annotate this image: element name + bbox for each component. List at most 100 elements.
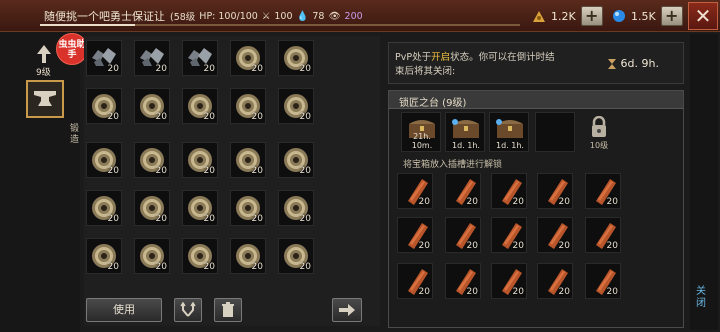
wood-plank-slot[interactable]: 20 [585,173,621,209]
item-quantity: 20 [466,241,478,251]
item-quantity: 20 [107,262,119,272]
hp-text: HP: 100/100 [199,10,258,22]
drop-icon: 💧 [296,10,309,22]
item-quantity: 20 [606,197,618,207]
coil-item-slot[interactable]: 20 [230,40,266,76]
item-quantity: 20 [251,166,263,176]
wood-plank-slot[interactable]: 20 [491,217,527,253]
coil-item-slot[interactable]: 20 [278,238,314,274]
gem-amount: 1.5K [631,9,656,23]
add-gold-button[interactable]: + [580,6,603,26]
gold-amount: 1.2K [551,9,576,23]
tab-craft[interactable]: 锻造 [70,124,82,146]
chest-slot[interactable]: 21h. 10m. [401,112,441,152]
coil-item-slot[interactable]: 20 [230,142,266,178]
mana-value: 200 [344,10,363,22]
close-side-button[interactable]: 关闭 [696,286,710,310]
use-button[interactable]: 使用 [86,298,162,322]
coil-item-slot[interactable]: 20 [182,142,218,178]
wood-plank-slot[interactable]: 20 [585,263,621,299]
coil-item-slot[interactable]: 20 [134,88,170,124]
gem-icon [613,10,625,22]
wood-plank-slot[interactable]: 20 [537,173,573,209]
coil-item-slot[interactable]: 20 [230,88,266,124]
item-quantity: 20 [299,214,311,224]
lock-level: 10级 [589,141,609,150]
wood-plank-slot[interactable]: 20 [445,217,481,253]
quest-progress [40,24,520,26]
chest-slot[interactable]: 1d. 1h. [445,112,485,152]
wood-plank-slot[interactable]: 20 [491,263,527,299]
locksmith-panel: 锁匠之台 (9级) 21h. 10m. 1d. 1h. 1d. 1h. 10级 将宝… [388,90,684,328]
ore-item-slot[interactable]: 20 [134,40,170,76]
wood-plank-slot[interactable]: 20 [445,173,481,209]
coil-item-slot[interactable]: 20 [86,190,122,226]
transfer-button[interactable] [332,298,362,322]
item-quantity: 20 [107,112,119,122]
wood-plank-slot[interactable]: 20 [491,173,527,209]
close-button[interactable]: ✕ [688,2,718,30]
coil-item-slot[interactable]: 20 [134,190,170,226]
hourglass-icon [607,58,616,69]
pvp-text-a: PvP处于 [395,52,432,63]
tab-anvil[interactable] [26,80,64,118]
quest-text[interactable]: 随便挑一个吧勇士保证让 [44,8,165,24]
add-gem-button[interactable]: + [660,6,683,26]
coil-item-slot[interactable]: 20 [278,40,314,76]
locksmith-title: 锁匠之台 (9级) [399,98,467,109]
delete-button[interactable] [214,298,242,322]
item-quantity: 20 [203,214,215,224]
sword-icon: ⚔ [261,10,271,22]
chest-timer: 21h. 10m. [411,132,433,150]
item-quantity: 20 [606,287,618,297]
locksmith-hint: 将宝箱放入插槽进行解锁 [403,160,503,170]
wood-plank-slot[interactable]: 20 [397,173,433,209]
wood-plank-slot[interactable]: 20 [585,217,621,253]
arrow-up-icon [37,45,51,63]
item-quantity: 20 [203,64,215,74]
item-quantity: 20 [107,64,119,74]
item-quantity: 20 [512,241,524,251]
coil-item-slot[interactable]: 20 [134,142,170,178]
coil-item-slot[interactable]: 20 [182,238,218,274]
locked-slot[interactable]: 10级 [579,112,619,152]
empty-chest-slot[interactable] [535,112,575,152]
coil-item-slot[interactable]: 20 [182,88,218,124]
wood-plank-slot[interactable]: 20 [537,217,573,253]
wood-plank-slot[interactable]: 20 [537,263,573,299]
coil-item-slot[interactable]: 20 [134,238,170,274]
item-quantity: 20 [203,112,215,122]
trash-icon [222,302,234,317]
ore-item-slot[interactable]: 20 [86,40,122,76]
pvp-text-c: 状态。你可以在倒计时结 [450,52,555,63]
item-quantity: 20 [155,214,167,224]
coil-item-slot[interactable]: 20 [278,142,314,178]
tab-level-label: 9级 [36,68,51,78]
ore-item-slot[interactable]: 20 [182,40,218,76]
split-button[interactable] [174,298,202,322]
coil-item-slot[interactable]: 20 [86,142,122,178]
locksmith-header: 锁匠之台 (9级) [389,91,683,109]
item-quantity: 20 [155,112,167,122]
chest-slot[interactable]: 1d. 1h. [489,112,529,152]
wood-plank-slot[interactable]: 20 [445,263,481,299]
item-quantity: 20 [203,262,215,272]
coil-item-slot[interactable]: 20 [230,190,266,226]
pvp-text: PvP处于开启状态。你可以在倒计时结 束后将其关闭: [395,51,575,79]
coil-item-slot[interactable]: 20 [230,238,266,274]
inventory-grid [84,36,380,326]
wood-plank-slot[interactable]: 20 [397,263,433,299]
coil-item-slot[interactable]: 20 [86,238,122,274]
player-stats: (58级 HP: 100/100 ⚔ 100 💧 78 👁 200 [170,9,363,24]
chest-timer: 1d. 1h. [496,141,524,150]
wood-plank-slot[interactable]: 20 [397,217,433,253]
item-quantity: 20 [251,112,263,122]
coil-item-slot[interactable]: 20 [182,190,218,226]
coil-item-slot[interactable]: 20 [278,190,314,226]
coil-item-slot[interactable]: 20 [86,88,122,124]
item-quantity: 20 [155,166,167,176]
pvp-status-box: PvP处于开启状态。你可以在倒计时结 束后将其关闭: 6d. 9h. [388,42,684,84]
top-bar: 随便挑一个吧勇士保证让 (58级 HP: 100/100 ⚔ 100 💧 78 … [0,0,720,32]
coil-item-slot[interactable]: 20 [278,88,314,124]
item-quantity: 20 [466,287,478,297]
